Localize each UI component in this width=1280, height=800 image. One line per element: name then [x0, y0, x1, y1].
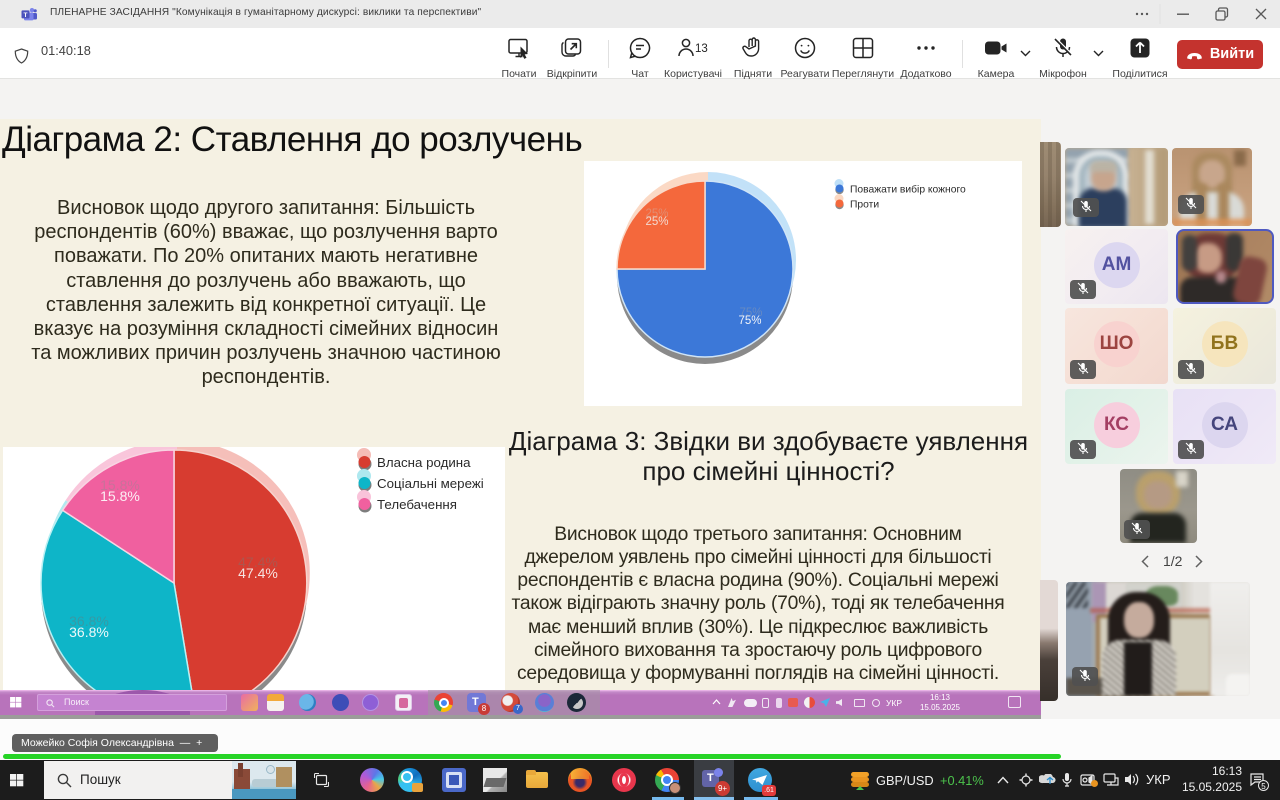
svg-text:47.4%: 47.4%	[238, 565, 278, 581]
svg-text:Телебачення: Телебачення	[377, 497, 457, 512]
svg-text:Проти: Проти	[850, 200, 879, 211]
svg-text:Власна родина: Власна родина	[377, 455, 471, 470]
svg-text:13: 13	[695, 43, 708, 55]
svg-text:15.8%: 15.8%	[100, 488, 140, 504]
svg-text:75%: 75%	[738, 315, 761, 327]
svg-text:Соціальні мережі: Соціальні мережі	[377, 476, 484, 491]
svg-text:T: T	[24, 12, 28, 19]
svg-text:Поважати вибір кожного: Поважати вибір кожного	[850, 184, 966, 196]
svg-text:36.8%: 36.8%	[69, 624, 109, 640]
svg-text:25%: 25%	[645, 216, 668, 228]
